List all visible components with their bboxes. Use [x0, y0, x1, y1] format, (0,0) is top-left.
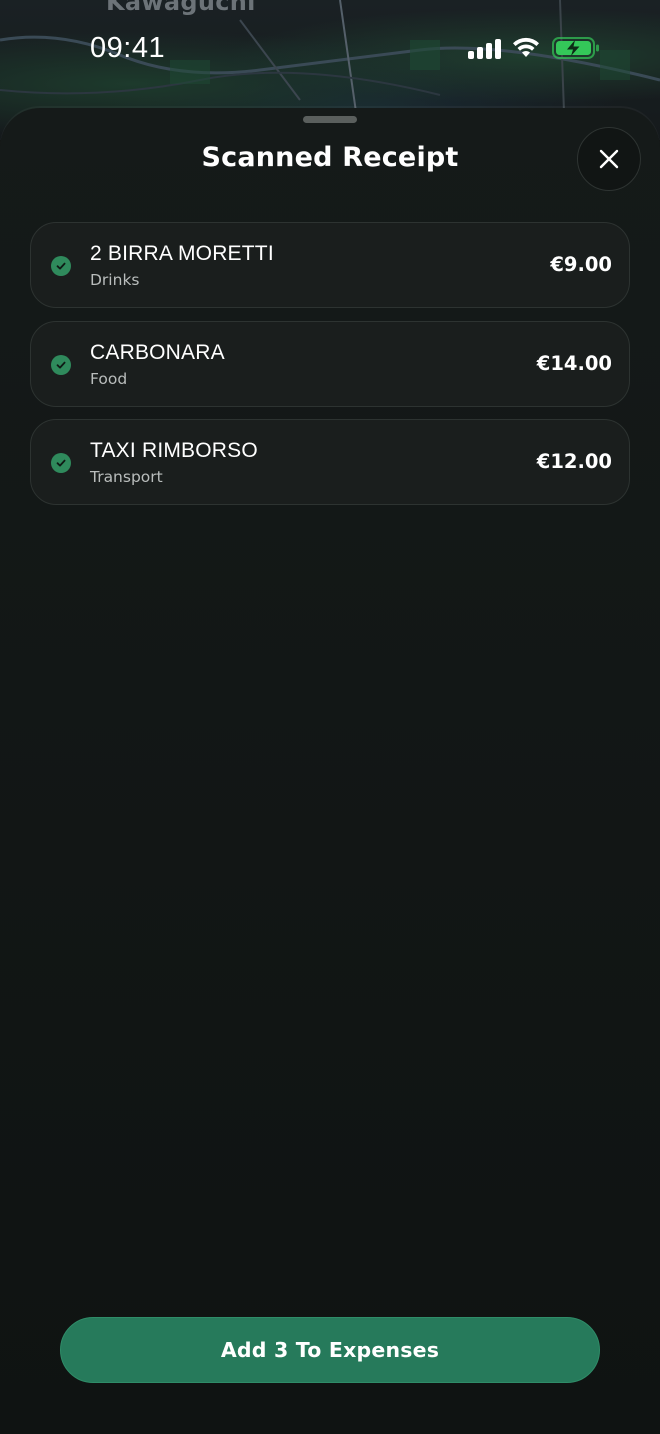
close-button[interactable] [577, 127, 641, 191]
item-category: Drinks [90, 271, 140, 289]
scanned-receipt-sheet: Scanned Receipt 2 BIRRA MORETTI Drinks €… [0, 108, 660, 1434]
item-name: CARBONARA [90, 340, 225, 364]
battery-charging-icon [552, 37, 599, 59]
item-name: TAXI RIMBORSO [90, 439, 258, 462]
item-category: Food [90, 369, 128, 388]
close-icon [599, 149, 619, 169]
receipt-items-list: 2 BIRRA MORETTI Drinks €9.00 CARBONARA F… [30, 222, 630, 518]
receipt-item-taxi-rimborso[interactable]: TAXI RIMBORSO Transport €12.00 [30, 419, 630, 505]
sheet-title: Scanned Receipt [201, 142, 459, 173]
check-icon[interactable] [51, 453, 71, 473]
item-name: 2 BIRRA MORETTI [90, 242, 274, 265]
sheet-grabber[interactable] [303, 116, 357, 123]
add-to-expenses-button[interactable]: Add 3 To Expenses [60, 1317, 600, 1383]
status-time: 09:41 [90, 32, 166, 64]
check-icon[interactable] [51, 354, 71, 375]
check-icon[interactable] [51, 256, 71, 276]
item-amount: €14.00 [536, 351, 612, 375]
item-category: Transport [90, 468, 163, 486]
item-amount: €12.00 [536, 450, 612, 473]
status-bar: 09:41 [0, 0, 660, 100]
receipt-item-carbonara[interactable]: CARBONARA Food €14.00 [30, 320, 630, 407]
add-to-expenses-label: Add 3 To Expenses [220, 1338, 440, 1362]
cellular-signal-icon [468, 37, 502, 59]
item-amount: €9.00 [550, 253, 612, 276]
wifi-icon [513, 37, 539, 57]
screen: Kawaguchi 09:41 Scanned Receipt 2 BIRRA … [0, 0, 660, 1434]
receipt-item-2-birra-moretti[interactable]: 2 BIRRA MORETTI Drinks €9.00 [30, 222, 630, 308]
